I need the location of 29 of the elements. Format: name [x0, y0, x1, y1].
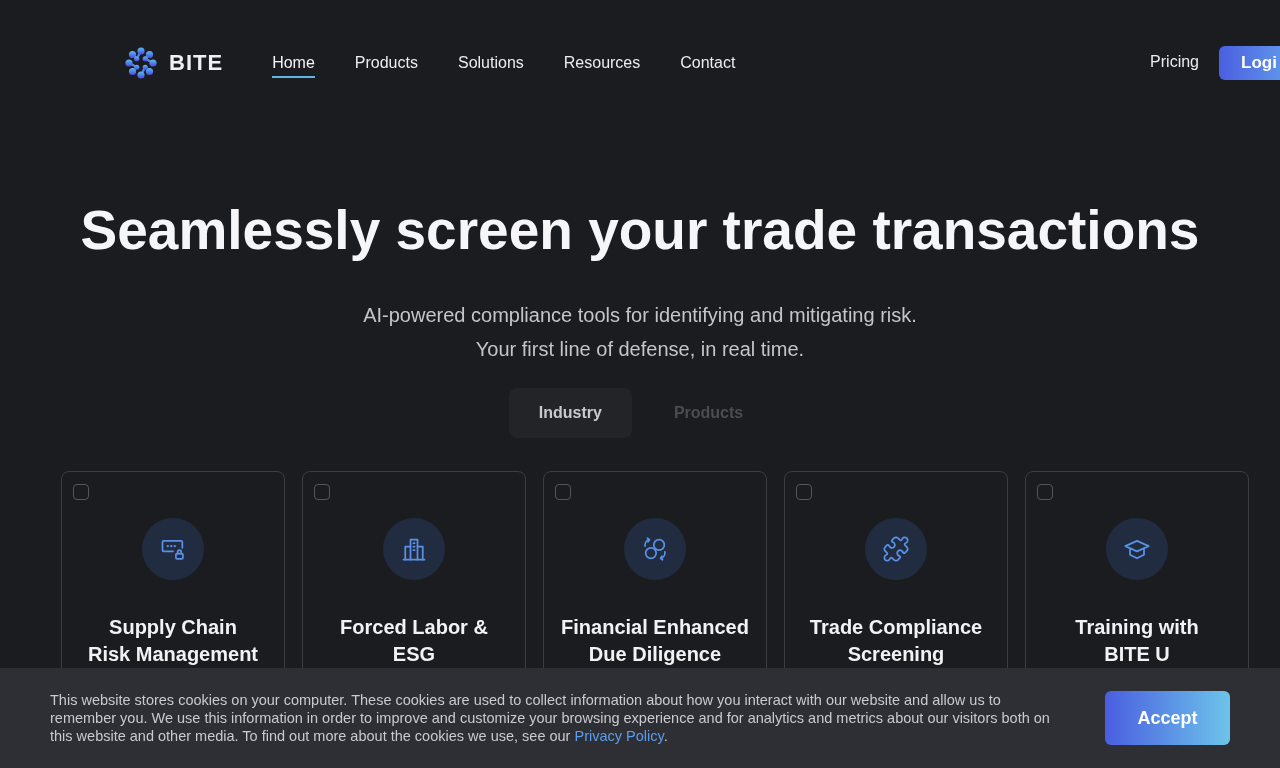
hero-heading: Seamlessly screen your trade transactions [79, 198, 1201, 263]
card-checkbox[interactable] [796, 484, 812, 500]
graduation-cap-icon [1106, 518, 1168, 580]
cookie-notice-text: This website stores cookies on your computer. These cookies are used to collect information about how you interact with our website and allow us to remember you. We use this information in order to improve and customize your browsing experience and for analytics and metrics about our visitors both on this website and other media. To find out more about the cookies we use, see our Privacy Policy. [50, 691, 1051, 745]
nav-link[interactable]: Solutions [457, 46, 524, 78]
nav-link[interactable]: Contact [680, 46, 736, 78]
hero-subtitle: AI-powered compliance tools for identifying and mitigating risk. Your first line of defense, in real time. [362, 303, 918, 362]
brand-name: BITE [169, 50, 224, 76]
card-title: Training with BITE U [1075, 615, 1199, 667]
puzzle-piece-icon [865, 518, 927, 580]
pricing-link[interactable]: Pricing [1150, 52, 1199, 72]
card-checkbox[interactable] [555, 484, 571, 500]
nav-link[interactable]: Resources [563, 46, 641, 78]
card-checkbox[interactable] [314, 484, 330, 500]
two-circles-arrows-icon [624, 518, 686, 580]
card-title: Financial Enhanced Due Diligence [561, 615, 749, 667]
logo-icon[interactable] [124, 46, 158, 80]
nav-link[interactable]: Home [272, 46, 315, 78]
screen-lock-icon [142, 518, 204, 580]
category-tab[interactable]: Industry [508, 388, 632, 438]
card-title: Supply Chain Risk Management [87, 615, 259, 667]
card-title: Forced Labor & ESG [340, 615, 488, 667]
login-button[interactable]: Logi [1219, 46, 1280, 80]
privacy-policy-link[interactable]: Privacy Policy [574, 728, 664, 744]
card-title: Trade Compliance Screening [809, 615, 983, 667]
card-checkbox[interactable] [73, 484, 89, 500]
card-checkbox[interactable] [1037, 484, 1053, 500]
building-icon [383, 518, 445, 580]
nav-link[interactable]: Products [354, 46, 418, 78]
